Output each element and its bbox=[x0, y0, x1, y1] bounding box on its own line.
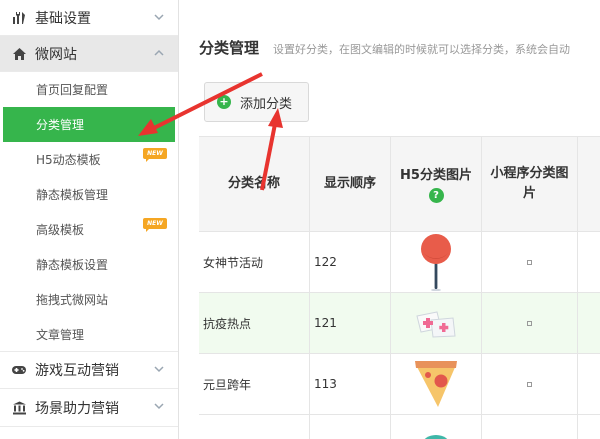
cell-extra bbox=[578, 293, 600, 353]
gamepad-icon bbox=[11, 362, 27, 378]
sidebar-group-scene-marketing[interactable]: 场景助力营销 bbox=[0, 389, 178, 427]
empty-image-placeholder bbox=[527, 320, 532, 326]
cell-category-name: 元旦跨年 bbox=[199, 354, 310, 414]
cell-miniprogram-image bbox=[482, 354, 578, 414]
cell-h5-image bbox=[391, 354, 482, 414]
sidebar-item-label: 拖拽式微网站 bbox=[36, 293, 109, 307]
sidebar-item-label: 静态模板管理 bbox=[36, 188, 109, 202]
sidebar-group-label: 基础设置 bbox=[35, 10, 91, 27]
sidebar-item-home-reply[interactable]: 首页回复配置 bbox=[0, 72, 178, 107]
title-row: 分类管理 设置好分类，在图文编辑的时候就可以选择分类，系统会自动 bbox=[199, 37, 570, 58]
sidebar-item-label: 高级模板 bbox=[36, 223, 85, 237]
sidebar-item-label: 分类管理 bbox=[36, 118, 85, 132]
sidebar-item-label: 文章管理 bbox=[36, 327, 85, 342]
sidebar-item-drag-site[interactable]: 拖拽式微网站 bbox=[0, 282, 178, 317]
cell-category-name bbox=[199, 415, 310, 439]
page-description: 设置好分类，在图文编辑的时候就可以选择分类，系统会自动 bbox=[273, 43, 571, 56]
new-badge: NEW bbox=[143, 218, 167, 232]
sidebar: 基础设置 微网站 首页回复配置 分类管理 H5动态模板 NEW 静态模板管理 高级… bbox=[0, 0, 179, 439]
cell-display-order: 121 bbox=[310, 293, 391, 353]
home-icon bbox=[11, 46, 27, 62]
nurse-cap-icon bbox=[416, 311, 456, 338]
sidebar-group-game-marketing[interactable]: 游戏互动营销 bbox=[0, 352, 178, 389]
cell-h5-image bbox=[391, 232, 482, 292]
header-h5-image: H5分类图片 ? bbox=[391, 137, 482, 231]
sidebar-item-label: 首页回复配置 bbox=[36, 83, 109, 97]
page-title: 分类管理 bbox=[199, 39, 260, 57]
add-category-label: 添加分类 bbox=[240, 96, 293, 112]
table-row: 抗疫热点 121 bbox=[199, 293, 600, 354]
chevron-down-icon bbox=[154, 403, 164, 410]
header-miniprogram-image: 小程序分类图片 bbox=[482, 137, 578, 231]
cell-display-order: 122 bbox=[310, 232, 391, 292]
cell-category-name: 女神节活动 bbox=[199, 232, 310, 292]
teal-image-icon bbox=[424, 435, 448, 439]
cell-category-name: 抗疫热点 bbox=[199, 293, 310, 353]
add-category-button[interactable]: + 添加分类 bbox=[204, 82, 309, 122]
bank-icon bbox=[11, 400, 27, 416]
cell-extra bbox=[578, 354, 600, 414]
cell-miniprogram-image bbox=[482, 415, 578, 439]
sidebar-item-label: 静态模板设置 bbox=[36, 258, 109, 272]
chevron-down-icon bbox=[154, 366, 164, 373]
table-header: 分类名称 显示顺序 H5分类图片 ? 小程序分类图片 bbox=[199, 137, 600, 232]
sidebar-group-label: 微网站 bbox=[35, 46, 77, 63]
sidebar-group-micro-site[interactable]: 微网站 bbox=[0, 36, 178, 72]
cell-h5-image bbox=[391, 293, 482, 353]
sidebar-group-label: 游戏互动营销 bbox=[35, 363, 119, 379]
empty-image-placeholder bbox=[527, 381, 532, 387]
cell-miniprogram-image bbox=[482, 293, 578, 353]
sidebar-item-category-management[interactable]: 分类管理 bbox=[3, 107, 175, 142]
header-h5-image-label: H5分类图片 bbox=[400, 167, 472, 183]
pizza-icon bbox=[415, 361, 457, 407]
main-panel: 分类管理 设置好分类，在图文编辑的时候就可以选择分类，系统会自动 + 添加分类 … bbox=[180, 0, 600, 439]
table-row: 元旦跨年 113 bbox=[199, 354, 600, 415]
table-row: 女神节活动 122 bbox=[199, 232, 600, 293]
empty-image-placeholder bbox=[527, 259, 532, 265]
sidebar-group-label: 场景助力营销 bbox=[35, 400, 119, 417]
cell-h5-image bbox=[391, 415, 482, 439]
sidebar-group-basic-settings[interactable]: 基础设置 bbox=[0, 0, 178, 36]
header-category-name: 分类名称 bbox=[199, 137, 310, 231]
header-miniprogram-image-label: 小程序分类图片 bbox=[490, 166, 569, 201]
help-icon[interactable]: ? bbox=[428, 187, 444, 203]
header-extra bbox=[578, 137, 600, 231]
cell-miniprogram-image bbox=[482, 232, 578, 292]
sidebar-item-article-management[interactable]: 文章管理 bbox=[0, 317, 178, 352]
cell-extra bbox=[578, 415, 600, 439]
chevron-down-icon bbox=[154, 14, 164, 21]
app-root: 基础设置 微网站 首页回复配置 分类管理 H5动态模板 NEW 静态模板管理 高级… bbox=[0, 0, 600, 439]
sidebar-item-static-template-settings[interactable]: 静态模板设置 bbox=[0, 247, 178, 282]
chevron-up-icon bbox=[154, 49, 164, 56]
table-row bbox=[199, 415, 600, 439]
pin-icon bbox=[421, 234, 451, 291]
category-table: 分类名称 显示顺序 H5分类图片 ? 小程序分类图片 女神节活动 122 抗疫热… bbox=[199, 136, 600, 439]
sidebar-item-label: H5动态模板 bbox=[36, 153, 101, 167]
header-display-order: 显示顺序 bbox=[310, 137, 391, 231]
cell-extra bbox=[578, 232, 600, 292]
cell-display-order bbox=[310, 415, 391, 439]
plus-icon: + bbox=[217, 95, 231, 109]
tools-icon bbox=[11, 10, 27, 26]
sidebar-item-h5-template[interactable]: H5动态模板 NEW bbox=[0, 142, 178, 177]
new-badge: NEW bbox=[143, 148, 167, 162]
cell-display-order: 113 bbox=[310, 354, 391, 414]
sidebar-item-advanced-template[interactable]: 高级模板 NEW bbox=[0, 212, 178, 247]
sidebar-item-static-template-management[interactable]: 静态模板管理 bbox=[0, 177, 178, 212]
